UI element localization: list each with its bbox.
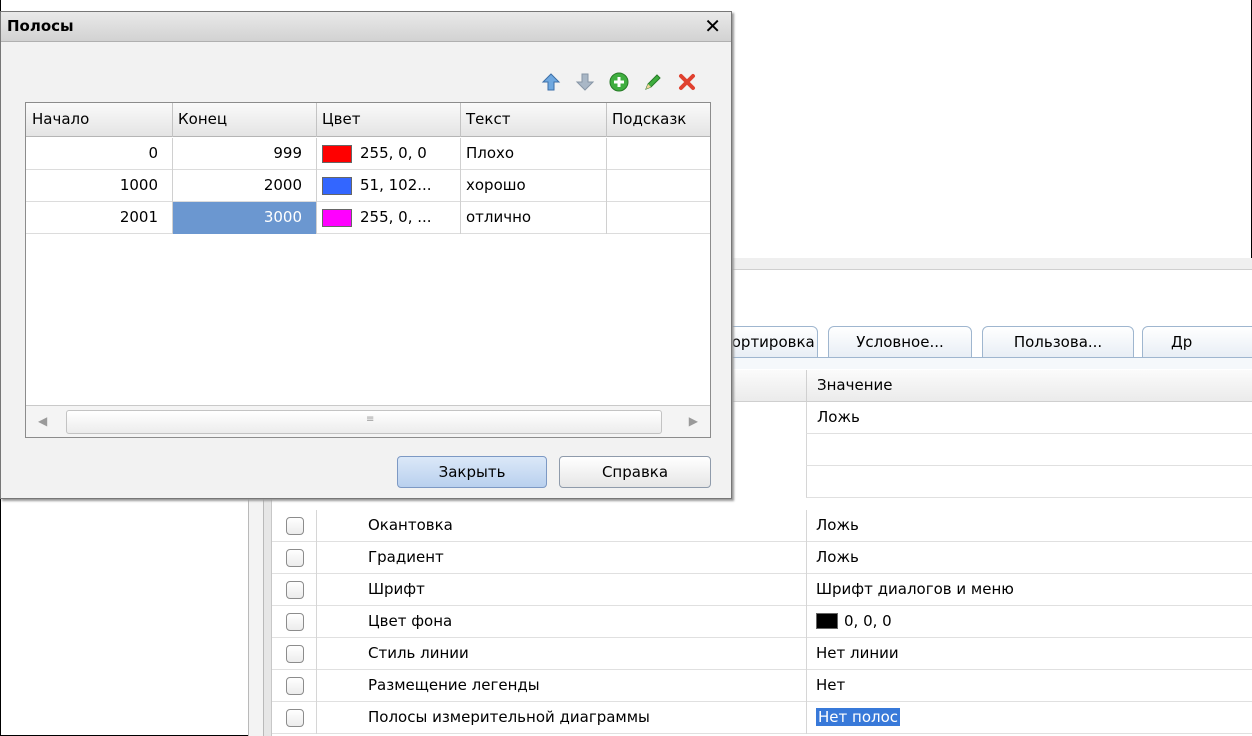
- tabs-baseline: [728, 357, 1252, 369]
- arrow-up-icon[interactable]: [537, 68, 565, 96]
- cell-start: 1000: [119, 176, 158, 194]
- property-row[interactable]: Цвет фона 0, 0, 0: [272, 606, 1252, 638]
- property-value-selected[interactable]: Нет полос: [816, 708, 901, 726]
- property-value: Ложь: [816, 548, 859, 566]
- property-row[interactable]: Полосы измерительной диаграммы Нет полос: [272, 702, 1252, 734]
- tab-sorting[interactable]: Сортировка: [718, 326, 818, 358]
- property-value-cell[interactable]: [806, 466, 1252, 498]
- table-row[interactable]: 0 999 255, 0, 0 Плохо: [26, 138, 710, 170]
- cell-color: 255, 0, ...: [360, 208, 432, 226]
- properties-value-header: Значение: [806, 370, 1252, 402]
- color-swatch: [322, 209, 352, 227]
- table-header: Начало Конец Цвет Текст Подсказк: [26, 103, 710, 137]
- property-row[interactable]: Размещение легенды Нет: [272, 670, 1252, 702]
- property-row[interactable]: Окантовка Ложь: [272, 510, 1252, 542]
- property-name: Окантовка: [368, 516, 453, 534]
- bands-table: Начало Конец Цвет Текст Подсказк 0 999 2…: [25, 102, 711, 438]
- property-value: Нет линии: [816, 644, 899, 662]
- scroll-left-icon[interactable]: ◀: [38, 414, 47, 428]
- color-swatch: [322, 177, 352, 195]
- close-icon[interactable]: ✕: [704, 14, 721, 38]
- color-swatch: [322, 145, 352, 163]
- property-checkbox[interactable]: [286, 677, 304, 695]
- column-header-hint[interactable]: Подсказк: [612, 110, 686, 128]
- property-value: Нет: [816, 676, 846, 694]
- color-swatch: [816, 613, 838, 629]
- horizontal-scrollbar[interactable]: ◀ ≡ ▶: [26, 405, 710, 437]
- edit-icon[interactable]: [639, 68, 667, 96]
- add-icon[interactable]: [605, 68, 633, 96]
- property-value: Ложь: [816, 516, 859, 534]
- cell-text: хорошо: [466, 176, 526, 194]
- cell-end: 999: [273, 144, 302, 162]
- properties-header-left: [728, 370, 806, 402]
- property-value: 0, 0, 0: [816, 612, 892, 630]
- table-row[interactable]: 1000 2000 51, 102... хорошо: [26, 170, 710, 202]
- property-name: Шрифт: [368, 580, 425, 598]
- scroll-right-icon[interactable]: ▶: [689, 414, 698, 428]
- scrollbar-thumb[interactable]: [66, 410, 662, 434]
- property-checkbox[interactable]: [286, 709, 304, 727]
- cell-start: 2001: [119, 208, 158, 226]
- panel-header-strip: [728, 258, 1252, 270]
- tab-conditional[interactable]: Условное...: [828, 326, 972, 358]
- property-checkbox[interactable]: [286, 517, 304, 535]
- property-row[interactable]: Стиль линии Нет линии: [272, 638, 1252, 670]
- property-name: Размещение легенды: [368, 676, 540, 694]
- column-header-start[interactable]: Начало: [32, 110, 89, 128]
- property-checkbox[interactable]: [286, 613, 304, 631]
- property-checkbox[interactable]: [286, 549, 304, 567]
- cell-text: Плохо: [466, 144, 515, 162]
- scroll-grip-icon: ≡: [366, 414, 375, 425]
- table-row[interactable]: 2001 3000 255, 0, ... отлично: [26, 202, 710, 234]
- cell-color: 255, 0, 0: [360, 144, 427, 162]
- bands-dialog: Полосы ✕ Начало Конец Цвет Текст Подсказ…: [0, 11, 732, 499]
- property-name: Полосы измерительной диаграммы: [368, 708, 650, 726]
- property-row[interactable]: Градиент Ложь: [272, 542, 1252, 574]
- property-value-cell[interactable]: [806, 434, 1252, 466]
- property-name: Градиент: [368, 548, 444, 566]
- dialog-titlebar: Полосы ✕: [1, 12, 731, 42]
- property-checkbox[interactable]: [286, 581, 304, 599]
- column-header-color[interactable]: Цвет: [322, 110, 360, 128]
- arrow-down-icon[interactable]: [571, 68, 599, 96]
- property-value-cell[interactable]: Ложь: [806, 402, 1252, 434]
- property-checkbox[interactable]: [286, 645, 304, 663]
- column-header-text[interactable]: Текст: [466, 110, 510, 128]
- column-header-end[interactable]: Конец: [178, 110, 227, 128]
- property-row[interactable]: Шрифт Шрифт диалогов и меню: [272, 574, 1252, 606]
- delete-icon[interactable]: [673, 68, 701, 96]
- tab-other[interactable]: Др: [1142, 326, 1252, 358]
- cell-end: 2000: [263, 176, 302, 194]
- close-button[interactable]: Закрыть: [397, 456, 547, 488]
- cell-end: 3000: [263, 208, 302, 226]
- help-button[interactable]: Справка: [559, 456, 711, 488]
- property-name: Цвет фона: [368, 612, 453, 630]
- cell-color: 51, 102...: [360, 176, 432, 194]
- dialog-title: Полосы: [7, 17, 74, 35]
- cell-start: 0: [148, 144, 158, 162]
- tab-user[interactable]: Пользова...: [982, 326, 1134, 358]
- property-name: Стиль линии: [368, 644, 469, 662]
- cell-text: отлично: [466, 208, 532, 226]
- dialog-toolbar: [537, 68, 701, 96]
- property-value: Шрифт диалогов и меню: [816, 580, 1014, 598]
